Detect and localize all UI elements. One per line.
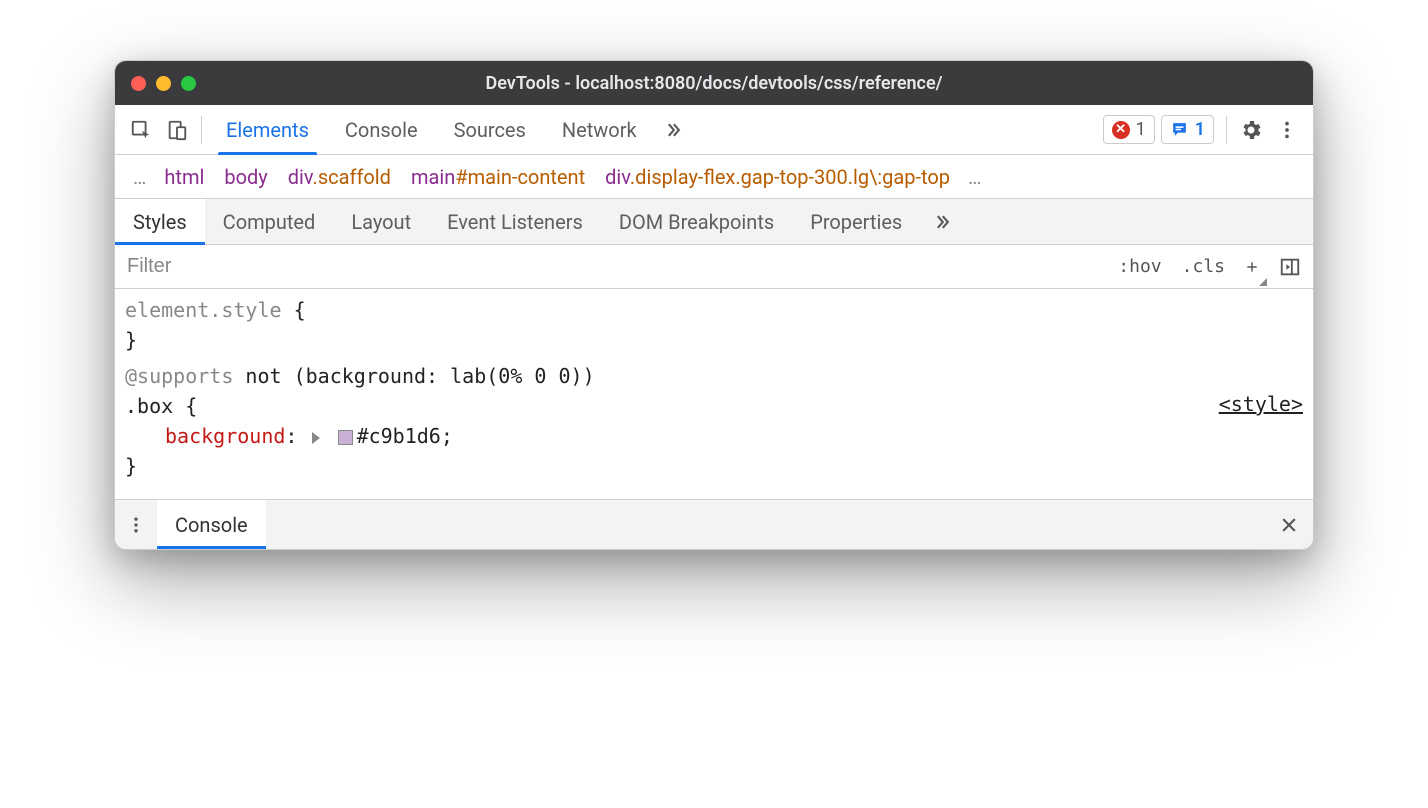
- breadcrumb-leading-ellipsis[interactable]: …: [125, 165, 154, 189]
- subtab-computed[interactable]: Computed: [205, 199, 334, 244]
- divider: [201, 116, 202, 144]
- titlebar: DevTools - localhost:8080/docs/devtools/…: [115, 61, 1313, 105]
- toggle-cls[interactable]: .cls: [1172, 245, 1235, 288]
- new-style-rule-button[interactable]: [1235, 245, 1269, 288]
- subtab-layout[interactable]: Layout: [333, 199, 429, 244]
- drawer-tab-console[interactable]: Console: [157, 500, 266, 549]
- styles-pane[interactable]: element.style { } @supports not (backgro…: [115, 289, 1313, 499]
- supports-condition: not (background: lab(0% 0 0)): [233, 364, 594, 388]
- breadcrumb-bar: … html body div.scaffold main#main-conte…: [115, 155, 1313, 199]
- divider: [1226, 116, 1227, 144]
- breadcrumb-trailing-ellipsis[interactable]: …: [960, 165, 989, 189]
- tab-sources[interactable]: Sources: [436, 105, 544, 154]
- element-style-rule[interactable]: element.style { }: [125, 295, 1303, 355]
- css-declaration[interactable]: background: #c9b1d6;: [125, 421, 1303, 451]
- breadcrumb-div-scaffold[interactable]: div.scaffold: [278, 165, 401, 189]
- drawer: Console: [115, 499, 1313, 549]
- styles-filter-row: :hov .cls: [115, 245, 1313, 289]
- subtab-styles[interactable]: Styles: [115, 199, 205, 244]
- style-source-link[interactable]: <style>: [1219, 389, 1303, 419]
- drawer-close-icon[interactable]: [1279, 515, 1299, 535]
- error-icon: ✕: [1112, 121, 1130, 139]
- toggle-hov[interactable]: :hov: [1108, 245, 1171, 288]
- toggle-computed-sidebar-icon[interactable]: [1269, 245, 1313, 288]
- messages-badge[interactable]: 1: [1161, 115, 1214, 144]
- more-tabs-icon[interactable]: [655, 112, 691, 148]
- css-property-value: #c9b1d6: [357, 424, 441, 448]
- tab-network[interactable]: Network: [544, 105, 655, 154]
- errors-badge[interactable]: ✕ 1: [1103, 115, 1155, 144]
- expand-shorthand-icon[interactable]: [312, 432, 320, 444]
- drawer-menu-icon[interactable]: [115, 515, 157, 535]
- box-selector: .box: [125, 394, 173, 418]
- close-window-button[interactable]: [131, 76, 146, 91]
- minimize-window-button[interactable]: [156, 76, 171, 91]
- css-property-name: background: [165, 424, 285, 448]
- maximize-window-button[interactable]: [181, 76, 196, 91]
- inspect-element-icon[interactable]: [123, 112, 159, 148]
- supports-keyword: @supports: [125, 364, 233, 388]
- more-subtabs-icon[interactable]: [924, 204, 960, 240]
- tab-console[interactable]: Console: [327, 105, 436, 154]
- tab-elements[interactable]: Elements: [208, 105, 327, 154]
- devtools-window: DevTools - localhost:8080/docs/devtools/…: [114, 60, 1314, 550]
- main-tab-bar: Elements Console Sources Network ✕ 1 1: [115, 105, 1313, 155]
- window-title: DevTools - localhost:8080/docs/devtools/…: [115, 73, 1313, 94]
- color-swatch[interactable]: [338, 430, 353, 445]
- breadcrumb-div-flex[interactable]: div.display-flex.gap-top-300.lg\:gap-top: [595, 165, 960, 189]
- settings-icon[interactable]: [1233, 112, 1269, 148]
- styles-filter-input[interactable]: [115, 245, 1108, 288]
- breadcrumb-body[interactable]: body: [214, 165, 277, 189]
- breadcrumb-main[interactable]: main#main-content: [401, 165, 595, 189]
- errors-count: 1: [1136, 119, 1146, 140]
- kebab-menu-icon[interactable]: [1269, 112, 1305, 148]
- breadcrumb-html[interactable]: html: [154, 165, 214, 189]
- subtab-properties[interactable]: Properties: [792, 199, 920, 244]
- messages-count: 1: [1195, 119, 1205, 140]
- message-icon: [1170, 120, 1189, 139]
- subtab-event-listeners[interactable]: Event Listeners: [429, 199, 601, 244]
- supports-rule[interactable]: @supports not (background: lab(0% 0 0)) …: [125, 361, 1303, 481]
- subtab-dom-breakpoints[interactable]: DOM Breakpoints: [601, 199, 792, 244]
- traffic-lights: [131, 76, 196, 91]
- styles-tab-bar: Styles Computed Layout Event Listeners D…: [115, 199, 1313, 245]
- element-style-label: element.style: [125, 298, 282, 322]
- device-toolbar-icon[interactable]: [159, 112, 195, 148]
